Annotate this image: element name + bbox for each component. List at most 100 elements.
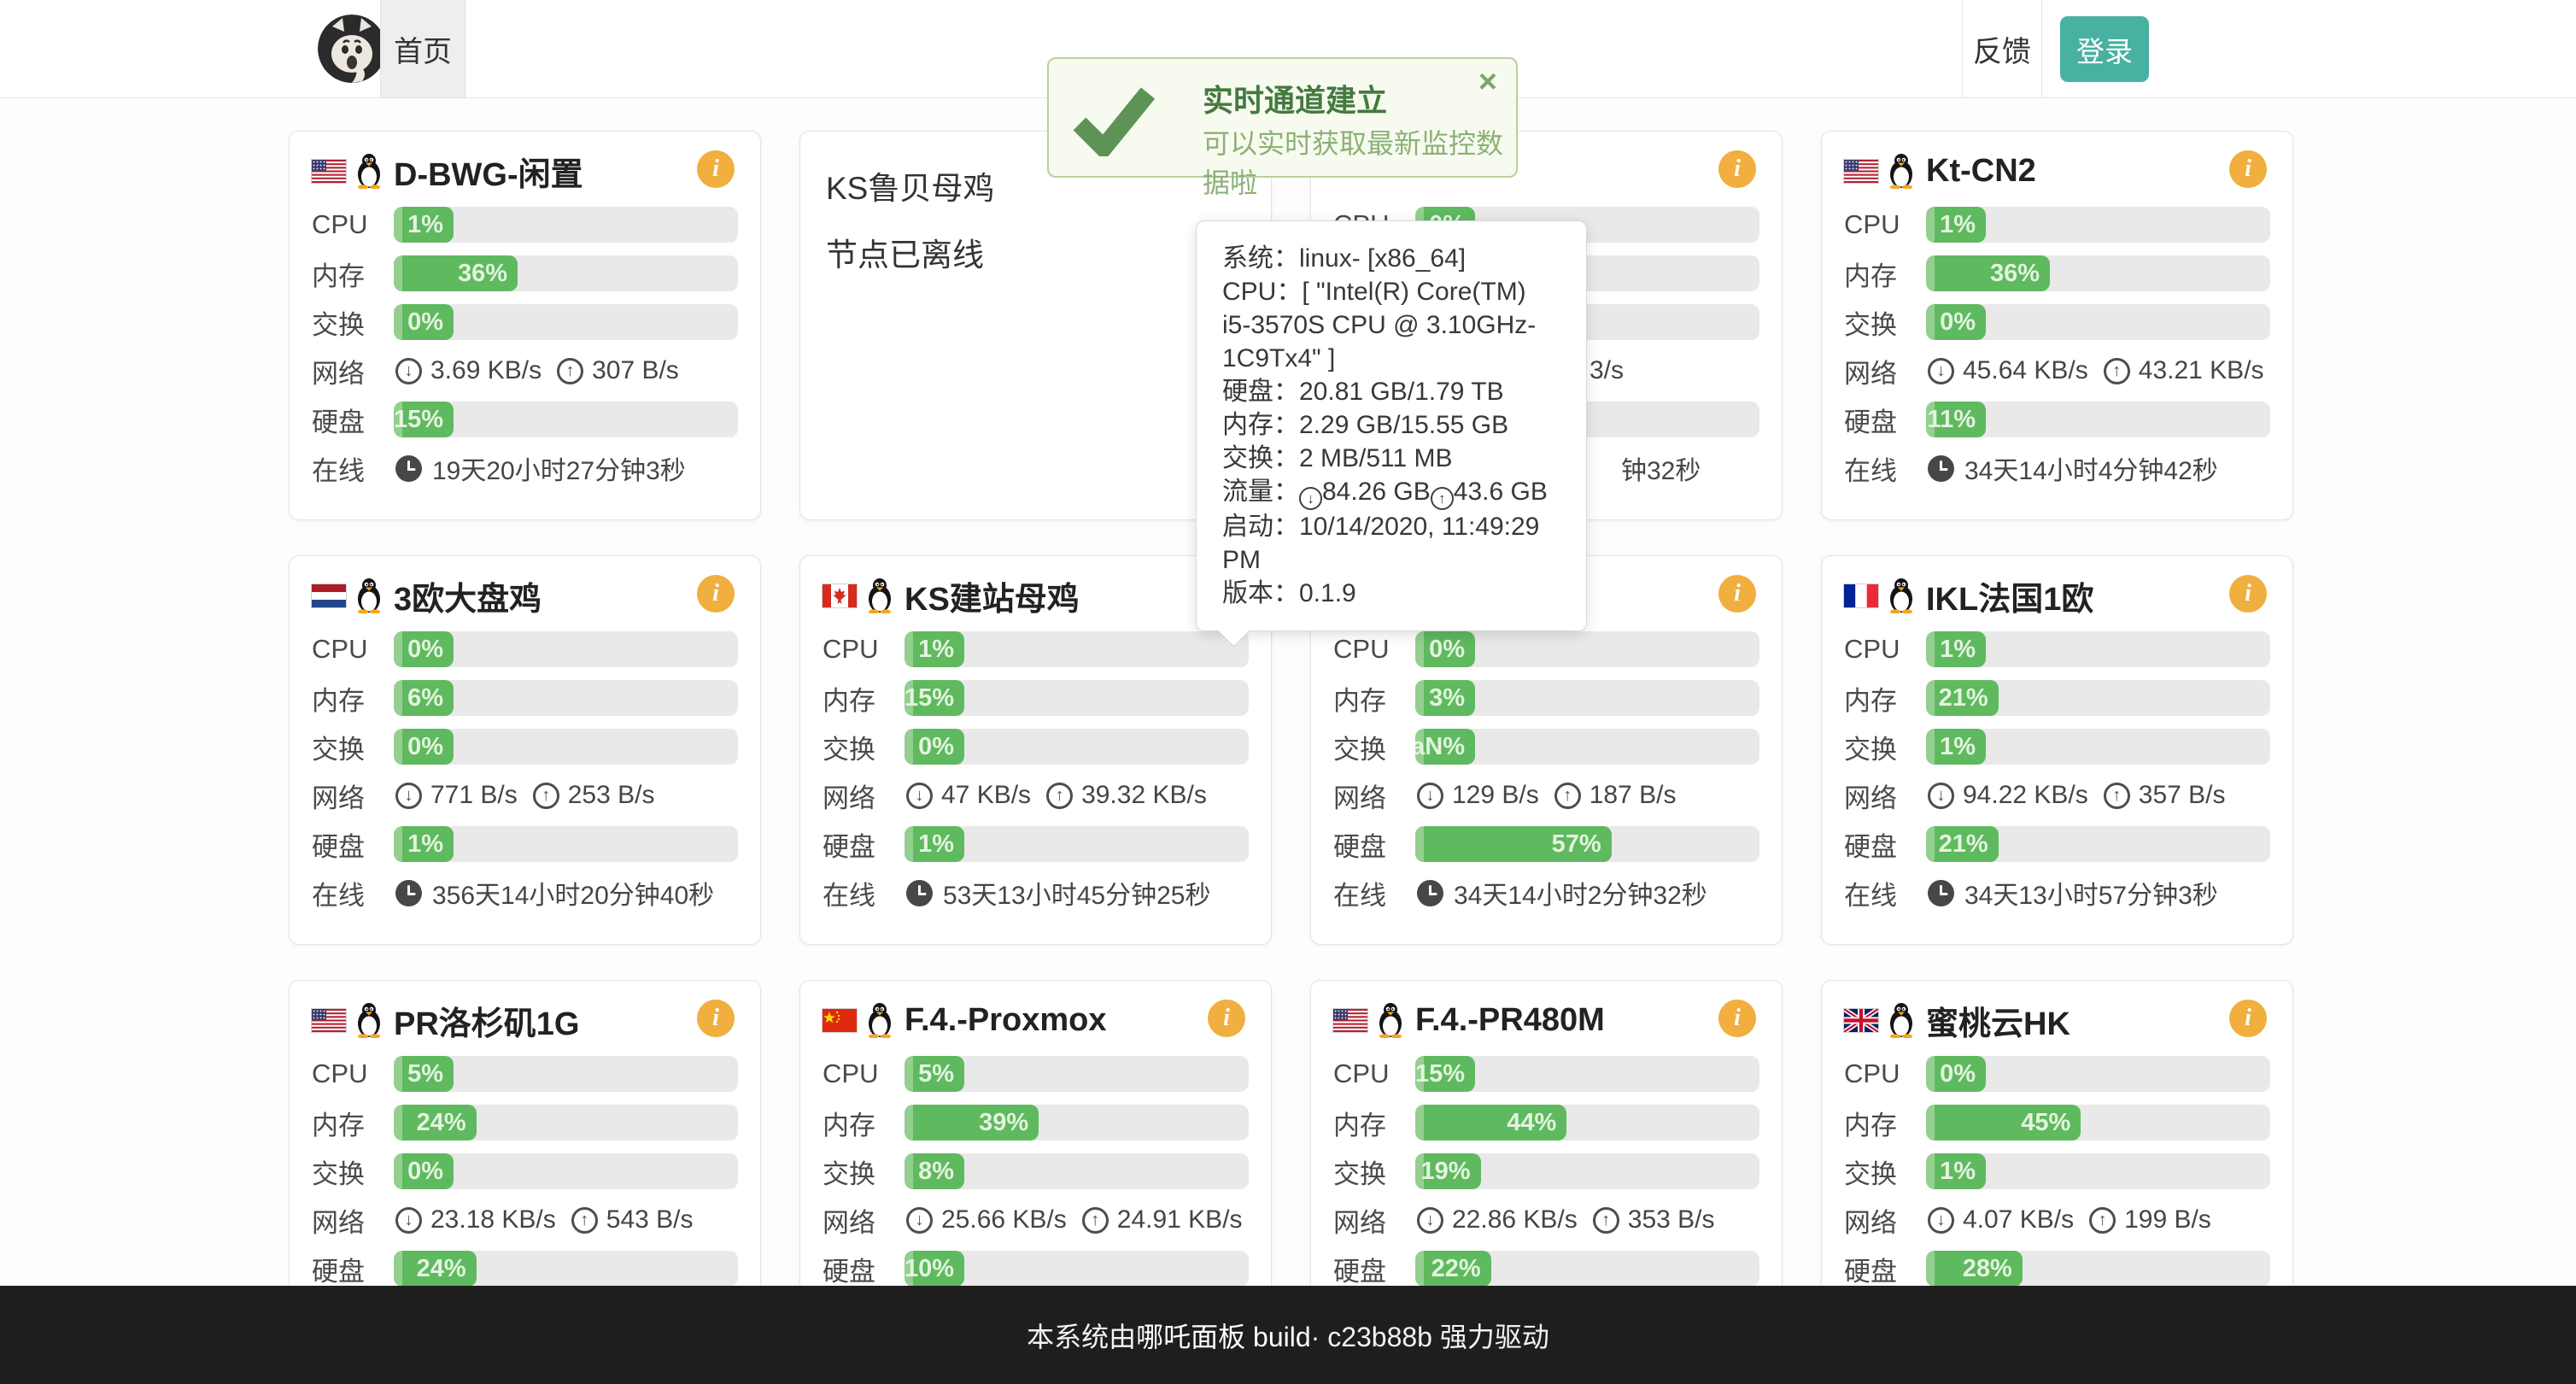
download-icon: ↓ <box>1928 358 1954 384</box>
progress-value: 1% <box>1940 636 1976 664</box>
progress-track: 44% <box>1415 1105 1759 1141</box>
site-logo-avatar[interactable] <box>318 15 386 83</box>
progress-track: 45% <box>1926 1105 2270 1141</box>
progress-track: 3% <box>1415 680 1759 716</box>
info-icon[interactable]: i <box>1718 575 1756 613</box>
stat-label: 硬盘 <box>823 1250 905 1288</box>
info-icon[interactable]: i <box>2229 1000 2267 1037</box>
info-icon[interactable]: i <box>2229 575 2267 613</box>
progress-fill: 1% <box>1926 1153 1986 1189</box>
progress-track: 15% <box>905 680 1249 716</box>
progress-value: 24% <box>417 1255 466 1283</box>
stat-row-network: 网络↓129 B/s↑187 B/s <box>1333 777 1759 813</box>
stat-row-online: 在线34天13小时57分钟3秒 <box>1844 875 2270 911</box>
uptime-value: 356天14小时20分钟40秒 <box>432 874 714 912</box>
progress-value: 0% <box>1940 1060 1976 1088</box>
info-icon[interactable]: i <box>1718 1000 1756 1037</box>
network-up-value: 253 B/s <box>568 781 655 810</box>
download-icon: ↓ <box>395 783 422 809</box>
server-name: 3欧大盘鸡 <box>394 572 542 619</box>
login-button[interactable]: 登录 <box>2060 16 2149 82</box>
footer-text-prefix: 本系统由 <box>1027 1316 1136 1355</box>
progress-track: 8% <box>905 1153 1249 1189</box>
info-icon[interactable]: i <box>697 150 735 188</box>
tooltip-value: linux- [x86_64] <box>1299 244 1466 273</box>
progress-track: 1% <box>1926 729 2270 765</box>
progress-track: 1% <box>1926 207 2270 243</box>
progress-value: 1% <box>1940 211 1976 239</box>
network-down-value: 25.66 KB/s <box>941 1205 1067 1234</box>
stat-row-network: 网络↓94.22 KB/s↑357 B/s <box>1844 777 2270 813</box>
progress-value: 0% <box>407 636 443 664</box>
progress-track: 22% <box>1415 1251 1759 1287</box>
server-name: IKL法国1欧 <box>1926 572 2093 619</box>
stat-label: CPU <box>1844 1059 1926 1089</box>
progress-track: NaN% <box>1415 729 1759 765</box>
progress-fill: 0% <box>1415 631 1475 667</box>
network-speed: ↓3.69 KB/s↑307 B/s <box>394 356 679 385</box>
card-title-row: D-BWG-闲置 <box>312 149 738 193</box>
upload-icon: ↑ <box>533 783 559 809</box>
flag-fr-icon <box>1844 584 1878 607</box>
toast-close-icon[interactable]: × <box>1478 66 1497 98</box>
server-card: iKt-CN2CPU1%内存36%交换0%网络↓45.64 KB/s↑43.21… <box>1821 131 2293 520</box>
linux-icon <box>865 1002 894 1038</box>
stat-label: 在线 <box>823 874 905 912</box>
progress-fill: 24% <box>394 1105 477 1141</box>
stat-label: 在线 <box>1333 874 1415 912</box>
uptime: 34天13小时57分钟3秒 <box>1926 874 2218 912</box>
progress-fill: 44% <box>1415 1105 1566 1141</box>
progress-track: 36% <box>394 255 738 291</box>
upload-icon: ↑ <box>1593 1207 1619 1234</box>
progress-value: 21% <box>1939 684 1988 713</box>
stat-label: 在线 <box>312 449 394 488</box>
toast-message: 可以实时获取最新监控数据啦 <box>1203 122 1516 201</box>
tooltip-label: 版本： <box>1222 579 1299 607</box>
linux-icon <box>1887 578 1916 613</box>
progress-fill: 22% <box>1415 1251 1491 1287</box>
footer-panel-link[interactable]: 哪吒面板 build <box>1136 1316 1311 1355</box>
stat-label: 硬盘 <box>312 825 394 864</box>
network-speed: ↓25.66 KB/s↑24.91 KB/s <box>905 1205 1243 1234</box>
progress-fill: 1% <box>394 207 454 243</box>
tooltip-line: CPU：[ "Intel(R) Core(TM) i5-3570S CPU @ … <box>1222 275 1560 375</box>
progress-track: 1% <box>1926 1153 2270 1189</box>
stat-row-disk: 硬盘10% <box>823 1251 1249 1287</box>
nav-feedback[interactable]: 反馈 <box>1962 0 2042 97</box>
stat-row-swap: 交换1% <box>1844 1153 2270 1189</box>
stat-row-online: 在线356天14小时20分钟40秒 <box>312 875 738 911</box>
linux-icon <box>354 578 383 613</box>
tooltip-line: 硬盘：20.81 GB/1.79 TB <box>1222 375 1560 408</box>
stat-label: 硬盘 <box>1333 825 1415 864</box>
info-icon[interactable]: i <box>1208 1000 1245 1037</box>
progress-value: 10% <box>905 1255 954 1283</box>
progress-track: 36% <box>1926 255 2270 291</box>
download-icon: ↓ <box>1928 783 1954 809</box>
stat-label: 硬盘 <box>1333 1250 1415 1288</box>
page-footer: 本系统由 哪吒面板 build · c23b88b 强力驱动 <box>0 1286 2576 1384</box>
stat-row-cpu: CPU5% <box>312 1056 738 1092</box>
progress-track: 10% <box>905 1251 1249 1287</box>
stat-label: CPU <box>312 1059 394 1089</box>
progress-value: 36% <box>458 260 507 288</box>
progress-fill: 0% <box>1926 304 1986 340</box>
stat-label: CPU <box>823 1059 905 1089</box>
info-icon[interactable]: i <box>1718 150 1756 188</box>
stat-label: CPU <box>1333 634 1415 665</box>
flag-us-icon <box>1844 160 1878 183</box>
tab-home[interactable]: 首页 <box>380 0 465 97</box>
progress-value: 28% <box>1963 1255 2012 1283</box>
tooltip-line: 交换：2 MB/511 MB <box>1222 442 1560 475</box>
info-icon[interactable]: i <box>697 1000 735 1037</box>
info-icon[interactable]: i <box>697 575 735 613</box>
stat-label: CPU <box>823 634 905 665</box>
stat-label: 内存 <box>312 255 394 293</box>
traffic-up-value: 43.6 GB <box>1454 478 1548 506</box>
network-up-value: 39.32 KB/s <box>1081 781 1207 810</box>
network-down-value: 22.86 KB/s <box>1452 1205 1578 1234</box>
stat-row-swap: 交换0% <box>312 729 738 765</box>
progress-fill: 36% <box>1926 255 2050 291</box>
progress-track: 5% <box>394 1056 738 1092</box>
info-icon[interactable]: i <box>2229 150 2267 188</box>
progress-track: 11% <box>1926 402 2270 437</box>
